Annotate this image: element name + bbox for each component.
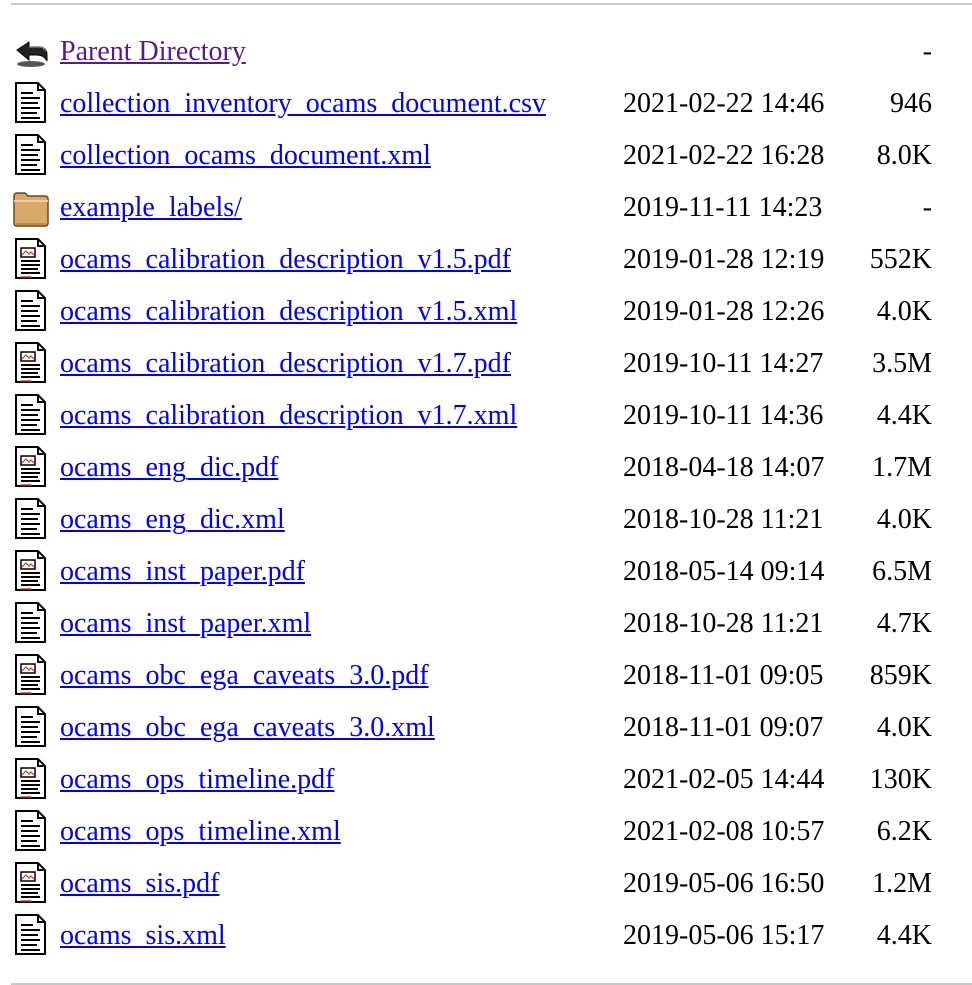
file-link[interactable]: ocams_ops_timeline.xml	[60, 815, 341, 849]
last-modified: 2019-05-06 15:17	[623, 920, 825, 951]
file-size: 4.4K	[876, 400, 932, 431]
layout-file-icon[interactable]	[11, 340, 51, 386]
layout-file-icon[interactable]	[11, 652, 51, 698]
file-link[interactable]: ocams_obc_ega_caveats_3.0.xml	[60, 711, 435, 745]
file-link[interactable]: ocams_calibration_description_v1.5.xml	[60, 295, 517, 329]
file-row: ocams_calibration_description_v1.7.pdf 20…	[11, 339, 972, 391]
parent-directory-link[interactable]: Parent Directory	[60, 35, 246, 69]
file-size: 130K	[869, 764, 932, 795]
file-row: collection_inventory_ocams_document.csv 2…	[11, 79, 972, 131]
layout-file-icon[interactable]	[11, 548, 51, 594]
last-modified: 2018-10-28 11:21	[623, 608, 824, 639]
layout-file-icon[interactable]	[11, 860, 51, 906]
file-link[interactable]: ocams_inst_paper.xml	[60, 607, 311, 641]
file-row: example_labels/2019-11-11 14:23 -	[11, 183, 972, 235]
text-file-icon[interactable]	[11, 392, 51, 438]
last-modified: 2018-10-28 11:21	[623, 504, 824, 535]
folder-icon[interactable]	[11, 184, 51, 230]
last-modified: 2018-11-01 09:05	[623, 660, 824, 691]
file-size: 946	[890, 88, 932, 119]
text-file-icon[interactable]	[11, 496, 51, 542]
last-modified: 2021-02-05 14:44	[623, 764, 825, 795]
layout-file-icon[interactable]	[11, 756, 51, 802]
parent-directory-size: -	[922, 36, 932, 67]
text-file-icon[interactable]	[11, 912, 51, 958]
file-size: 1.7M	[872, 452, 932, 483]
file-size: 4.0K	[876, 296, 932, 327]
file-row: ocams_sis.xml 2019-05-06 15:17 4.4K	[11, 911, 972, 963]
file-row: collection_ocams_document.xml 2021-02-22 …	[11, 131, 972, 183]
file-row: ocams_obc_ega_caveats_3.0.xml 2018-11-01 …	[11, 703, 972, 755]
file-size: 4.7K	[876, 608, 932, 639]
last-modified: 2021-02-08 10:57	[623, 816, 825, 847]
text-file-icon[interactable]	[11, 600, 51, 646]
file-row: ocams_eng_dic.pdf 2018-04-18 14:07 1.7M	[11, 443, 972, 495]
layout-file-icon[interactable]	[11, 236, 51, 282]
file-link[interactable]: ocams_calibration_description_v1.7.xml	[60, 399, 517, 433]
text-file-icon[interactable]	[11, 288, 51, 334]
file-size: 1.2M	[872, 868, 932, 899]
file-link[interactable]: ocams_sis.pdf	[60, 867, 219, 901]
last-modified: 2019-10-11 14:27	[623, 348, 824, 379]
file-link[interactable]: collection_ocams_document.xml	[60, 139, 431, 173]
file-size: 859K	[869, 660, 932, 691]
last-modified: 2021-02-22 16:28	[623, 140, 825, 171]
file-link[interactable]: ocams_eng_dic.pdf	[60, 451, 279, 485]
file-row: ocams_calibration_description_v1.5.xml 20…	[11, 287, 972, 339]
last-modified: 2019-01-28 12:19	[623, 244, 825, 275]
file-link[interactable]: ocams_inst_paper.pdf	[60, 555, 305, 589]
file-size: -	[922, 192, 932, 223]
text-file-icon[interactable]	[11, 704, 51, 750]
file-row: ocams_ops_timeline.pdf 2021-02-05 14:44 13…	[11, 755, 972, 807]
last-modified: 2019-10-11 14:36	[623, 400, 824, 431]
last-modified: 2018-11-01 09:07	[623, 712, 824, 743]
file-size: 6.2K	[876, 816, 932, 847]
file-row: ocams_calibration_description_v1.7.xml 20…	[11, 391, 972, 443]
file-row: ocams_ops_timeline.xml 2021-02-08 10:57 6.…	[11, 807, 972, 859]
layout-file-icon[interactable]	[11, 444, 51, 490]
parent-directory-row: Parent Directory -	[11, 27, 972, 79]
file-size: 4.0K	[876, 504, 932, 535]
back-arrow-icon[interactable]	[11, 28, 51, 74]
file-link[interactable]: ocams_eng_dic.xml	[60, 503, 285, 537]
file-row: ocams_obc_ega_caveats_3.0.pdf 2018-11-01 …	[11, 651, 972, 703]
file-size: 8.0K	[876, 140, 932, 171]
top-horizontal-rule	[11, 3, 972, 5]
text-file-icon[interactable]	[11, 808, 51, 854]
last-modified: 2018-04-18 14:07	[623, 452, 825, 483]
file-row: ocams_inst_paper.xml 2018-10-28 11:21 4.7K	[11, 599, 972, 651]
last-modified: 2019-01-28 12:26	[623, 296, 825, 327]
file-link[interactable]: ocams_calibration_description_v1.5.pdf	[60, 243, 511, 277]
last-modified: 2019-05-06 16:50	[623, 868, 825, 899]
file-row: ocams_sis.pdf 2019-05-06 16:50 1.2M	[11, 859, 972, 911]
file-size: 552K	[869, 244, 932, 275]
file-link[interactable]: ocams_obc_ega_caveats_3.0.pdf	[60, 659, 429, 693]
file-size: 6.5M	[872, 556, 932, 587]
text-file-icon[interactable]	[11, 132, 51, 178]
file-link[interactable]: ocams_ops_timeline.pdf	[60, 763, 335, 797]
file-link[interactable]: ocams_sis.xml	[60, 919, 226, 953]
file-row: ocams_inst_paper.pdf 2018-05-14 09:14 6.5M	[11, 547, 972, 599]
file-link[interactable]: ocams_calibration_description_v1.7.pdf	[60, 347, 511, 381]
file-link[interactable]: example_labels/	[60, 191, 242, 225]
file-size: 3.5M	[872, 348, 932, 379]
file-link[interactable]: collection_inventory_ocams_document.csv	[60, 87, 546, 121]
last-modified: 2018-05-14 09:14	[623, 556, 825, 587]
file-row: ocams_eng_dic.xml 2018-10-28 11:21 4.0K	[11, 495, 972, 547]
file-row: ocams_calibration_description_v1.5.pdf 20…	[11, 235, 972, 287]
last-modified: 2019-11-11 14:23	[623, 192, 823, 223]
file-size: 4.0K	[876, 712, 932, 743]
last-modified: 2021-02-22 14:46	[623, 88, 825, 119]
text-file-icon[interactable]	[11, 80, 51, 126]
file-size: 4.4K	[876, 920, 932, 951]
